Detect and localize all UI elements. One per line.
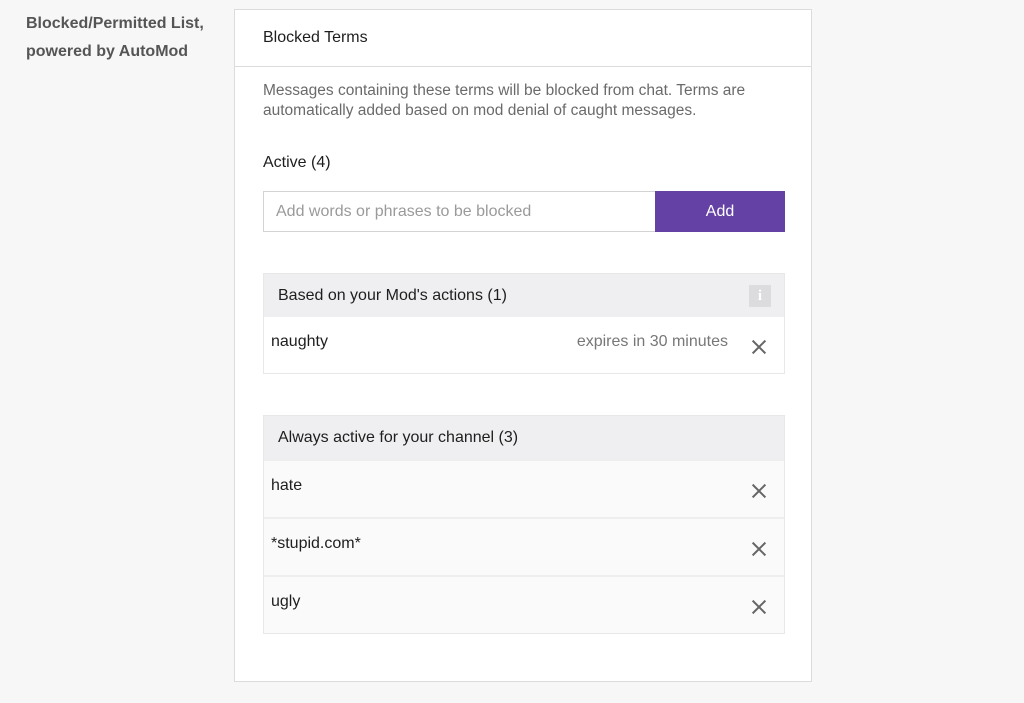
term-label: *stupid.com* <box>271 535 361 552</box>
close-icon[interactable] <box>752 542 766 556</box>
panel-description: Messages containing these terms will be … <box>263 82 746 119</box>
panel-title: Blocked Terms <box>235 10 811 67</box>
term-row: naughty expires in 30 minutes <box>264 317 784 373</box>
panel-body: Messages containing these terms will be … <box>235 67 811 634</box>
add-term-input[interactable] <box>263 191 655 232</box>
close-icon[interactable] <box>752 600 766 614</box>
mod-actions-group: Based on your Mod's actions (1) i naught… <box>263 273 785 374</box>
mod-actions-header-label: Based on your Mod's actions (1) <box>278 286 507 304</box>
blocked-terms-panel: Blocked Terms Messages containing these … <box>234 9 812 682</box>
mod-actions-header: Based on your Mod's actions (1) i <box>264 274 784 317</box>
add-term-row: Add <box>263 191 785 232</box>
term-row: *stupid.com* <box>264 517 784 575</box>
close-icon[interactable] <box>752 340 766 354</box>
close-icon[interactable] <box>752 484 766 498</box>
info-icon[interactable]: i <box>749 284 771 307</box>
settings-section-label: Blocked/Permitted List, powered by AutoM… <box>26 15 204 60</box>
active-count-label: Active (4) <box>263 154 331 171</box>
channel-terms-group: Always active for your channel (3) hate … <box>263 415 785 634</box>
term-label: ugly <box>271 593 301 610</box>
term-row: hate <box>264 459 784 517</box>
term-label: hate <box>271 477 303 494</box>
channel-terms-header-label: Always active for your channel (3) <box>278 428 519 446</box>
expiry-label: expires in 30 minutes <box>576 333 728 350</box>
term-label: naughty <box>271 333 328 350</box>
channel-terms-header: Always active for your channel (3) <box>264 416 784 459</box>
add-button[interactable]: Add <box>655 191 785 232</box>
term-row: ugly <box>264 575 784 633</box>
